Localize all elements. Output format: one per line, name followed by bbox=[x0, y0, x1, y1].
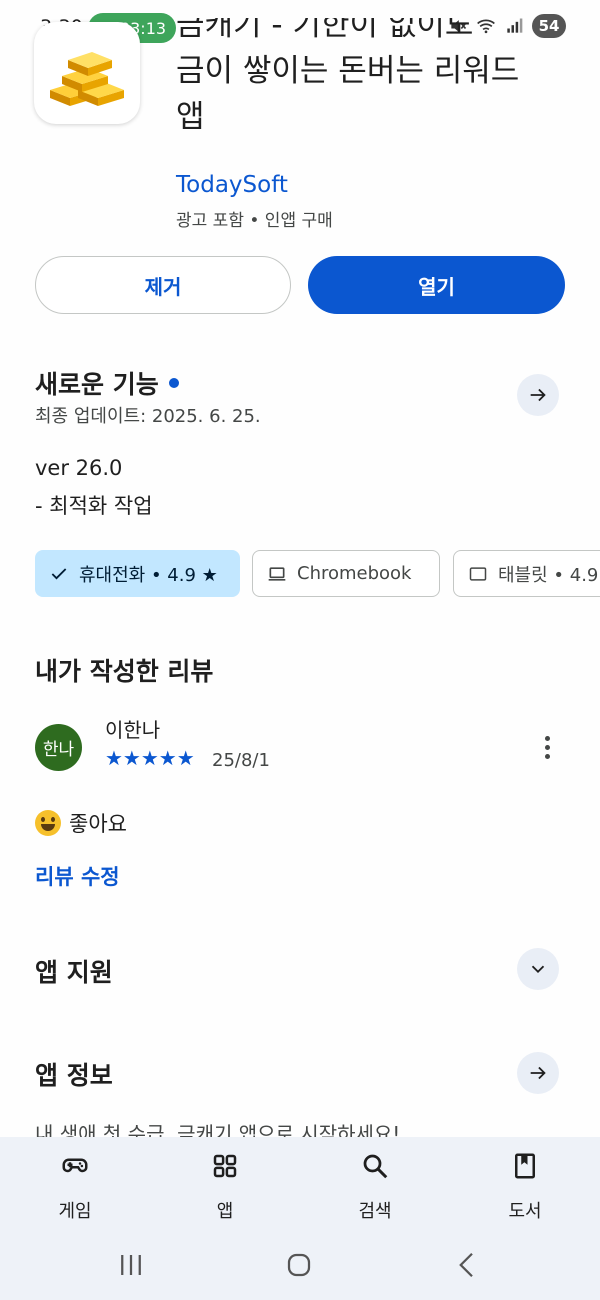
nav-label-games: 게임 bbox=[58, 1201, 92, 1222]
nav-item-search[interactable]: 검색 bbox=[325, 1151, 425, 1223]
more-vert-icon bbox=[544, 735, 550, 741]
whats-new-title[interactable]: 새로운 기능 bbox=[35, 365, 179, 401]
new-indicator-dot bbox=[168, 378, 179, 388]
smile-emoji-icon bbox=[35, 810, 61, 836]
review-stars: ★★★★★ bbox=[105, 746, 195, 770]
whats-new-title-text: 새로운 기능 bbox=[35, 370, 159, 399]
version-text: ver 26.0 bbox=[35, 456, 123, 480]
nav-label-search: 검색 bbox=[358, 1201, 392, 1222]
nav-label-apps: 앱 bbox=[216, 1201, 234, 1222]
app-title-line-3: 앱 bbox=[176, 99, 205, 135]
whats-new-arrow-button[interactable] bbox=[517, 374, 559, 416]
gamepad-icon bbox=[62, 1158, 88, 1173]
laptop-icon bbox=[268, 566, 286, 581]
nav-item-apps[interactable]: 앱 bbox=[175, 1151, 275, 1223]
review-text: 좋아요 bbox=[35, 808, 127, 838]
review-more-button[interactable] bbox=[532, 730, 562, 764]
arrow-right-icon bbox=[530, 388, 546, 402]
ad-info: 광고 포함 • 인앱 구매 bbox=[176, 211, 333, 231]
gold-bars-icon bbox=[50, 52, 124, 106]
review-date: 25/8/1 bbox=[212, 750, 270, 771]
open-button[interactable]: 열기 bbox=[308, 256, 565, 314]
avatar: 한나 bbox=[35, 724, 82, 771]
app-info-arrow-button[interactable] bbox=[517, 1052, 559, 1094]
chip-chromebook[interactable]: Chromebook bbox=[252, 550, 440, 597]
tablet-icon bbox=[469, 566, 487, 581]
nav-item-books[interactable]: 도서 bbox=[475, 1151, 575, 1223]
nav-item-games[interactable]: 게임 bbox=[25, 1151, 125, 1223]
app-title: 금캐기 - 기한이 없이도 금이 쌓이는 돈버는 리워드 앱 bbox=[176, 18, 576, 166]
search-icon bbox=[363, 1154, 388, 1179]
check-icon bbox=[51, 567, 67, 579]
review-body: 좋아요 bbox=[69, 812, 127, 836]
chip-phone-label: 휴대전화 • 4.9 ★ bbox=[79, 564, 218, 586]
recent-apps-button[interactable] bbox=[115, 1245, 147, 1285]
last-updated: 최종 업데이트: 2025. 6. 25. bbox=[35, 406, 261, 427]
chip-tablet-label: 태블릿 • 4.9 bbox=[498, 564, 599, 586]
edit-review-link[interactable]: 리뷰 수정 bbox=[35, 861, 120, 891]
app-title-line-2: 금이 쌓이는 돈버는 리워드 bbox=[176, 53, 520, 89]
chip-phone[interactable]: 휴대전화 • 4.9 ★ bbox=[35, 550, 240, 597]
release-notes: - 최적화 작업 bbox=[35, 494, 153, 518]
developer-link[interactable]: TodaySoft bbox=[176, 172, 288, 198]
nav-label-books: 도서 bbox=[508, 1201, 542, 1222]
chip-chromebook-label: Chromebook bbox=[297, 563, 412, 584]
app-title-line-1: 금캐기 - 기한이 없이도 bbox=[176, 18, 474, 43]
app-support-title[interactable]: 앱 지원 bbox=[35, 953, 113, 989]
app-icon[interactable] bbox=[34, 22, 140, 124]
reviewer-name: 이한나 bbox=[105, 718, 161, 742]
app-info-title[interactable]: 앱 정보 bbox=[35, 1056, 113, 1092]
back-button[interactable] bbox=[452, 1245, 482, 1285]
back-icon bbox=[459, 1252, 473, 1278]
book-icon bbox=[515, 1153, 535, 1179]
app-support-expand-button[interactable] bbox=[517, 948, 559, 990]
apps-grid-icon bbox=[213, 1154, 237, 1178]
chevron-down-icon bbox=[531, 965, 545, 974]
my-review-title: 내가 작성한 리뷰 bbox=[35, 657, 214, 686]
arrow-right-icon bbox=[530, 1066, 546, 1080]
chip-tablet[interactable]: 태블릿 • 4.9 bbox=[453, 550, 600, 597]
home-icon bbox=[287, 1253, 311, 1277]
uninstall-button[interactable]: 제거 bbox=[35, 256, 291, 314]
home-button[interactable] bbox=[282, 1245, 316, 1285]
recent-apps-icon bbox=[121, 1255, 141, 1275]
